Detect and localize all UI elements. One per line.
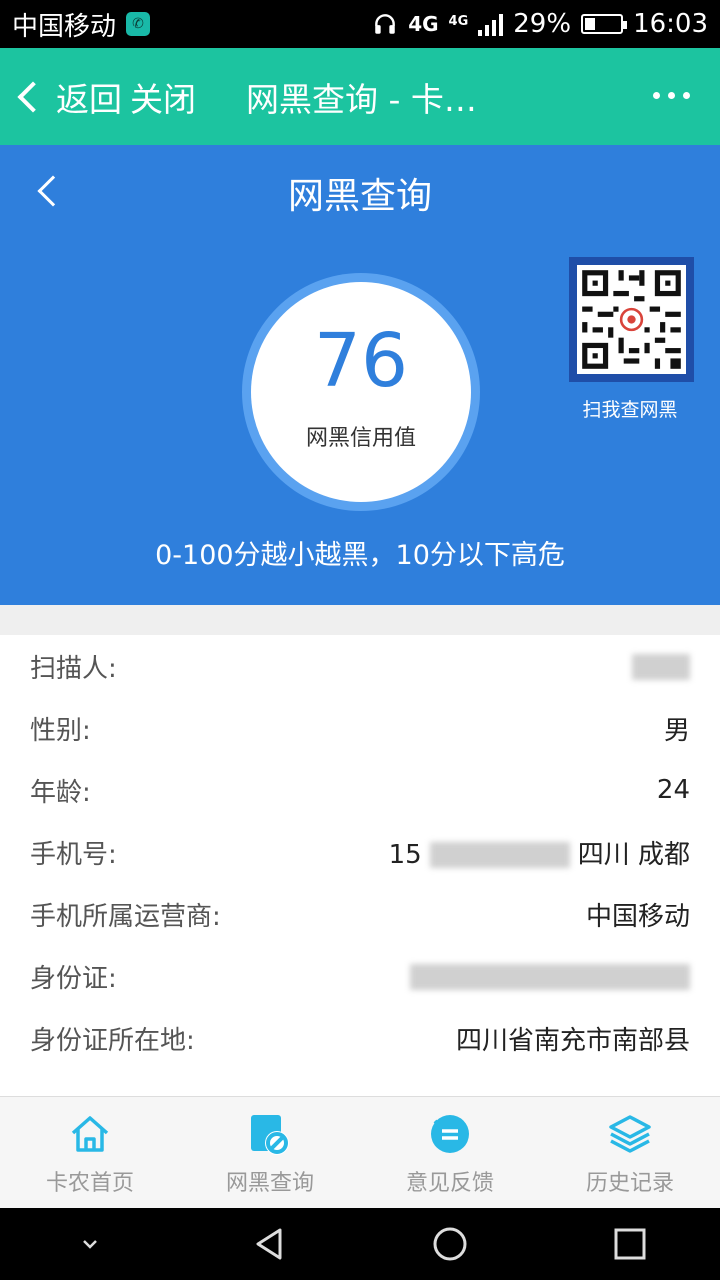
network-type-1: 4G xyxy=(408,12,439,36)
info-value: 男 xyxy=(663,715,690,746)
info-value: 24 xyxy=(656,775,690,805)
score-header: 网黑查询 76 网黑信用值 扫我查网黑 0-100分越小越黑，10分以下高危 xyxy=(0,145,720,605)
tab-history[interactable]: 历史记录 xyxy=(540,1097,720,1208)
info-list: 扫描人: 性别: 男 年龄: 24 手机号: 15 四川 成都 手机所属运营商: … xyxy=(0,635,720,1069)
status-bar: 中国移动 ✆ 4G 4G 29% 16:03 xyxy=(0,0,720,48)
tab-blacklist-query[interactable]: 网黑查询 xyxy=(180,1097,360,1208)
qr-label: 扫我查网黑 xyxy=(582,399,678,421)
carrier-name: 中国移动 xyxy=(12,11,117,42)
network-type-2: 4G xyxy=(448,14,469,29)
phone-prefix: 15 xyxy=(388,839,422,870)
score-ring: 76 网黑信用值 xyxy=(242,273,480,511)
feedback-icon xyxy=(431,1114,469,1153)
info-label: 手机所属运营商: xyxy=(30,901,221,932)
home-icon xyxy=(71,1115,109,1152)
system-nav-bar xyxy=(0,1208,720,1280)
tab-label: 网黑查询 xyxy=(225,1170,314,1196)
headset-icon xyxy=(375,14,396,34)
tab-label: 历史记录 xyxy=(585,1170,674,1196)
info-row-id-location: 身份证所在地: 四川省南充市南部县 xyxy=(0,1007,720,1069)
tab-label: 卡农首页 xyxy=(45,1170,134,1196)
back-button[interactable]: 返回 xyxy=(56,73,122,121)
section-divider xyxy=(0,605,720,635)
score-tagline: 0-100分越小越黑，10分以下高危 xyxy=(155,540,565,571)
app-bar: 返回 关闭 网黑查询 - 卡… xyxy=(0,48,720,145)
info-row-scanner: 扫描人: xyxy=(0,635,720,697)
info-row-gender: 性别: 男 xyxy=(0,697,720,759)
info-row-age: 年龄: 24 xyxy=(0,759,720,821)
info-value: 四川省南充市南部县 xyxy=(455,1025,690,1056)
tab-label: 意见反馈 xyxy=(405,1170,494,1196)
qr-code[interactable] xyxy=(569,257,694,382)
info-label: 身份证: xyxy=(30,963,117,994)
history-layers-icon xyxy=(609,1114,651,1153)
page-title: 网黑查询 xyxy=(287,176,432,217)
info-label: 年龄: xyxy=(30,777,91,808)
info-label: 扫描人: xyxy=(30,653,117,684)
info-row-id: 身份证: xyxy=(0,945,720,1007)
info-value-redacted xyxy=(632,651,690,681)
info-value-redacted xyxy=(410,961,690,991)
info-label: 性别: xyxy=(30,715,91,746)
clock: 16:03 xyxy=(633,9,708,39)
score-value: 76 xyxy=(313,318,409,404)
back-chevron-icon[interactable] xyxy=(17,80,49,113)
info-label: 手机号: xyxy=(30,839,117,870)
battery-icon xyxy=(581,14,628,34)
score-circle: 76 网黑信用值 xyxy=(251,282,471,502)
info-value: 中国移动 xyxy=(585,901,690,932)
info-row-phone: 手机号: 15 四川 成都 xyxy=(0,821,720,883)
tab-home[interactable]: 卡农首页 xyxy=(0,1097,180,1208)
close-button[interactable]: 关闭 xyxy=(130,73,196,121)
home-circle-icon[interactable] xyxy=(430,1224,470,1264)
app-title: 网黑查询 - 卡… xyxy=(246,79,477,119)
back-triangle-icon[interactable] xyxy=(250,1224,290,1264)
score-label: 网黑信用值 xyxy=(305,426,416,451)
battery-percent: 29% xyxy=(513,9,572,39)
tab-feedback[interactable]: 意见反馈 xyxy=(360,1097,540,1208)
bottom-tab-bar: 卡农首页 网黑查询 意见反馈 历史记录 xyxy=(0,1096,720,1208)
info-value-phone: 15 四川 成都 xyxy=(389,834,690,871)
blacklist-query-icon xyxy=(251,1114,289,1155)
recents-square-icon[interactable] xyxy=(610,1224,650,1264)
phone-app-icon: ✆ xyxy=(126,12,151,36)
info-label: 身份证所在地: xyxy=(30,1025,195,1056)
phone-location: 四川 成都 xyxy=(577,839,690,870)
qr-code-icon xyxy=(577,265,686,374)
collapse-icon[interactable] xyxy=(70,1224,110,1264)
signal-icon xyxy=(478,12,504,36)
info-row-carrier: 手机所属运营商: 中国移动 xyxy=(0,883,720,945)
more-dots-icon[interactable] xyxy=(653,92,690,99)
